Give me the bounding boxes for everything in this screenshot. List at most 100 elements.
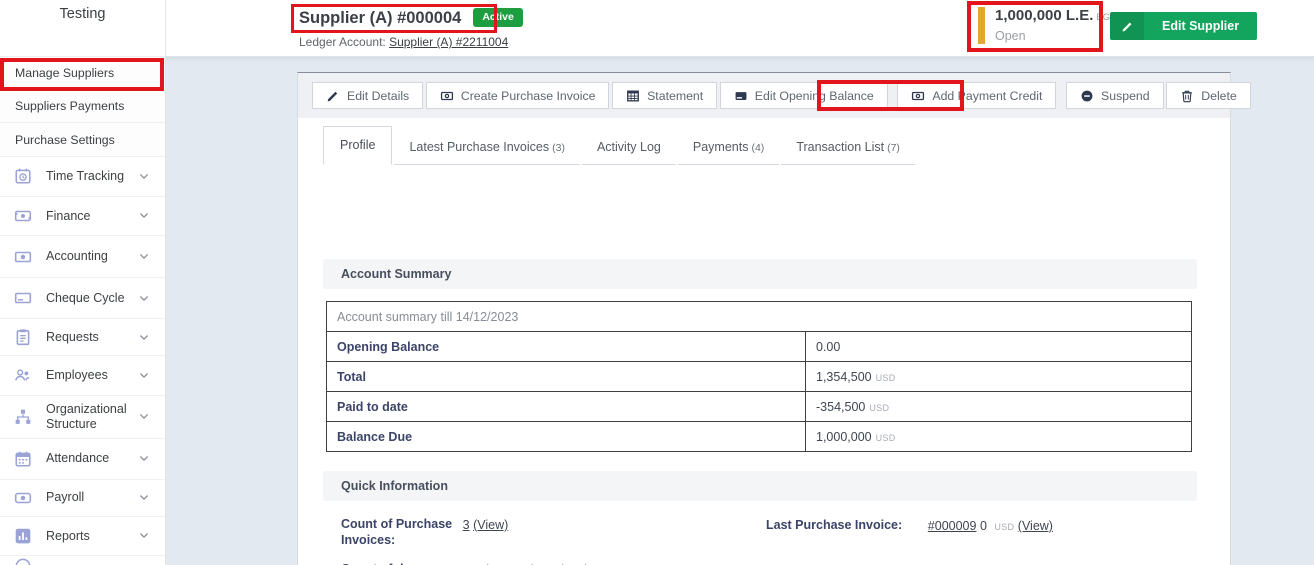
tab-count: (3) xyxy=(552,142,565,154)
sidebar-item-label: Requests xyxy=(46,330,132,344)
supplier-title: Supplier (A) #000004 Active xyxy=(299,8,523,28)
sidebar-item-label: Cheque Cycle xyxy=(46,291,132,305)
row-value: 1,354,500 xyxy=(816,370,872,384)
quick-info-row: Count of Purchase Invoices: 3 (View) Las… xyxy=(341,517,1210,548)
row-label: Opening Balance xyxy=(327,332,806,362)
edit-supplier-label: Edit Supplier xyxy=(1144,19,1257,33)
sidebar-item-purchase-settings[interactable]: Purchase Settings xyxy=(0,123,165,157)
tab-count: (4) xyxy=(751,142,764,154)
sidebar-item-label: Finance xyxy=(46,209,132,223)
balance-value: 1,000,000 L.E. xyxy=(995,7,1093,24)
table-row: Balance Due 1,000,000USD xyxy=(327,422,1192,452)
tab-transaction-list[interactable]: Transaction List(7) xyxy=(781,131,915,165)
button-label: Delete xyxy=(1201,89,1237,103)
chevron-down-icon xyxy=(135,292,153,305)
pencil-icon xyxy=(326,89,340,103)
sidebar-item-label: Organizational Structure xyxy=(46,402,132,431)
minus-circle-icon xyxy=(1080,89,1094,103)
sidebar-item-partial[interactable] xyxy=(0,556,165,565)
content-area: Edit Details Create Purchase Invoice Sta… xyxy=(166,57,1314,565)
sidebar-item-label: Reports xyxy=(46,529,132,543)
add-payment-credit-button[interactable]: Add Payment Credit xyxy=(897,82,1056,109)
money-icon xyxy=(911,89,925,103)
last-purchase-invoice-label: Last Purchase Invoice: xyxy=(766,518,902,534)
chevron-down-icon xyxy=(135,369,153,382)
status-badge: Active xyxy=(473,8,523,27)
edit-supplier-button[interactable]: Edit Supplier xyxy=(1110,12,1257,40)
table-row: Paid to date -354,500USD xyxy=(327,392,1192,422)
toolbar: Edit Details Create Purchase Invoice Sta… xyxy=(298,73,1230,118)
tab-payments[interactable]: Payments(4) xyxy=(678,131,779,165)
tab-label: Transaction List xyxy=(796,140,884,154)
supplier-name: Supplier (A) #000004 xyxy=(299,9,461,27)
quick-information-header: Quick Information xyxy=(323,471,1197,501)
sidebar-item-finance[interactable]: Finance xyxy=(0,197,165,237)
last-purchase-invoice-group: Last Purchase Invoice: #000009 0 USD (Vi… xyxy=(766,518,1053,534)
last-invoice-number-link[interactable]: #000009 xyxy=(928,519,977,533)
chevron-down-icon xyxy=(135,452,153,465)
sidebar-item-manage-suppliers[interactable]: Manage Suppliers xyxy=(0,57,165,90)
count-of-purchase-invoices-label: Count of Purchase Invoices: xyxy=(341,517,459,548)
sidebar-item-label: Payroll xyxy=(46,490,132,504)
money-icon xyxy=(440,89,454,103)
count-of-purchase-invoices-value: 3 (View) xyxy=(463,518,509,532)
sidebar-item-attendance[interactable]: Attendance xyxy=(0,439,165,480)
chevron-down-icon xyxy=(135,410,153,423)
balance-indicator-bar xyxy=(978,7,985,44)
suspend-button[interactable]: Suspend xyxy=(1066,82,1164,109)
invoice-count-link[interactable]: 3 xyxy=(463,518,470,532)
row-value: -354,500 xyxy=(816,400,865,414)
sidebar-item-reports[interactable]: Reports xyxy=(0,517,165,557)
sidebar-item-payroll[interactable]: Payroll xyxy=(0,480,165,517)
banknote-icon xyxy=(14,207,32,225)
edit-opening-balance-button[interactable]: Edit Opening Balance xyxy=(720,82,888,109)
tab-label: Profile xyxy=(340,138,375,152)
row-value: 1,000,000 xyxy=(816,430,872,444)
table-icon xyxy=(626,89,640,103)
tab-latest-purchase-invoices[interactable]: Latest Purchase Invoices(3) xyxy=(394,131,580,165)
tab-activity-log[interactable]: Activity Log xyxy=(582,131,676,165)
sidebar-item-label: Suppliers Payments xyxy=(15,99,124,113)
credit-card-icon xyxy=(734,89,748,103)
sidebar-item-suppliers-payments[interactable]: Suppliers Payments xyxy=(0,90,165,123)
edit-details-button[interactable]: Edit Details xyxy=(312,82,423,109)
button-label: Add Payment Credit xyxy=(932,89,1042,103)
table-row: Total 1,354,500USD xyxy=(327,362,1192,392)
circle-icon xyxy=(14,556,32,565)
sidebar-item-label: Purchase Settings xyxy=(15,133,115,147)
statement-button[interactable]: Statement xyxy=(612,82,717,109)
sidebar-item-accounting[interactable]: Accounting xyxy=(0,236,165,278)
trash-icon xyxy=(1180,89,1194,103)
ledger-account-link[interactable]: Supplier (A) #2211004 xyxy=(389,35,508,49)
people-icon xyxy=(14,366,32,384)
row-currency: USD xyxy=(876,373,896,383)
tab-label: Latest Purchase Invoices xyxy=(409,140,549,154)
row-label: Paid to date xyxy=(327,392,806,422)
table-caption-row: Account summary till 14/12/2023 xyxy=(327,302,1192,332)
sidebar-item-cheque-cycle[interactable]: Cheque Cycle xyxy=(0,278,165,319)
supplier-profile-screen: Testing Manage Suppliers Suppliers Payme… xyxy=(0,0,1314,565)
payroll-icon xyxy=(14,489,32,507)
sidebar-item-organizational-structure[interactable]: Organizational Structure xyxy=(0,396,165,439)
create-purchase-invoice-button[interactable]: Create Purchase Invoice xyxy=(426,82,610,109)
workspace-title: Testing xyxy=(0,0,165,57)
button-label: Statement xyxy=(647,89,703,103)
account-summary-table: Account summary till 14/12/2023 Opening … xyxy=(326,301,1192,452)
sidebar-item-requests[interactable]: Requests xyxy=(0,319,165,356)
org-chart-icon xyxy=(14,408,32,426)
chevron-down-icon xyxy=(135,491,153,504)
sidebar-item-label: Employees xyxy=(46,368,132,382)
view-invoices-link[interactable]: (View) xyxy=(473,518,508,532)
row-value: 0.00 xyxy=(816,340,840,354)
view-last-invoice-link[interactable]: (View) xyxy=(1018,519,1053,533)
delete-button[interactable]: Delete xyxy=(1166,82,1251,109)
bar-chart-icon xyxy=(14,527,32,545)
sidebar-item-label: Attendance xyxy=(46,451,132,465)
tab-profile[interactable]: Profile xyxy=(323,126,392,165)
sidebar-item-employees[interactable]: Employees xyxy=(0,356,165,396)
button-label: Create Purchase Invoice xyxy=(461,89,596,103)
row-currency: USD xyxy=(876,433,896,443)
sidebar: Testing Manage Suppliers Suppliers Payme… xyxy=(0,0,166,565)
tab-label: Activity Log xyxy=(597,140,661,154)
sidebar-item-time-tracking[interactable]: Time Tracking xyxy=(0,157,165,197)
